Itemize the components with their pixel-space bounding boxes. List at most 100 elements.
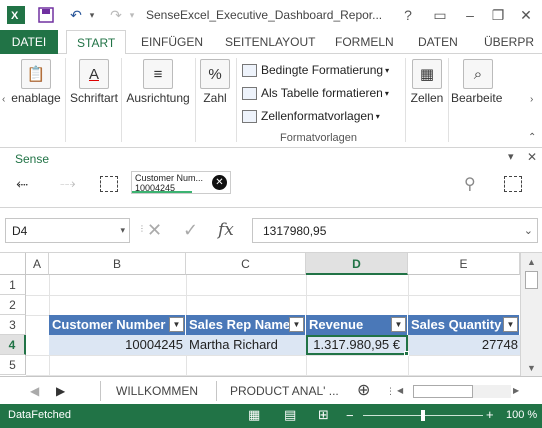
restore-button[interactable]: ❐ <box>488 5 508 25</box>
filter-dropdown-icon[interactable]: ▼ <box>169 317 184 332</box>
zoom-slider-thumb[interactable] <box>421 410 425 421</box>
row-header-5[interactable]: 5 <box>0 355 26 375</box>
selection-chip-bar <box>132 191 192 193</box>
filter-dropdown-icon[interactable]: ▼ <box>289 317 304 332</box>
row-header-1[interactable]: 1 <box>0 275 26 295</box>
column-header-c[interactable]: C <box>186 253 306 275</box>
search-icon[interactable]: ⚲ <box>464 174 476 194</box>
back-selection-icon[interactable]: ⬸ <box>16 175 28 192</box>
name-box-dropdown-icon[interactable]: ▾ <box>120 225 125 236</box>
name-box[interactable]: D4 ▾ <box>5 218 130 243</box>
clear-selections-icon[interactable] <box>100 176 118 192</box>
table-header-customer-number[interactable]: Customer Number ▼ <box>49 315 186 335</box>
column-header-b[interactable]: B <box>49 253 186 275</box>
group-number-label: Zahl <box>203 91 227 105</box>
customize-qat-icon[interactable]: ▾ <box>126 5 138 25</box>
cell-e4[interactable]: 27748 <box>409 335 520 355</box>
table-header-sales-quantity[interactable]: Sales Quantity ▼ <box>408 315 520 335</box>
ribbon-display-icon[interactable]: ▭ <box>430 5 450 25</box>
conditional-formatting-icon <box>242 63 257 77</box>
insert-function-button[interactable]: fx <box>218 220 234 240</box>
cell-d4-selected[interactable]: 1.317.980,95 € <box>306 335 408 355</box>
zoom-in-icon[interactable]: + <box>486 407 494 422</box>
group-clipboard[interactable]: 📋 enablage <box>8 56 64 146</box>
sense-pane-close-icon[interactable]: ✕ <box>527 150 537 164</box>
forward-selection-icon[interactable]: ⤏ <box>60 175 76 192</box>
page-layout-view-icon[interactable]: ▤ <box>284 407 296 423</box>
tab-einfuegen[interactable]: EINFÜGEN <box>141 30 203 54</box>
redo-icon[interactable]: ↷ <box>106 5 126 25</box>
sheet-tab-willkommen[interactable]: WILLKOMMEN <box>116 381 198 401</box>
scroll-down-icon[interactable]: ▼ <box>527 363 536 373</box>
save-icon[interactable] <box>36 5 56 25</box>
filter-dropdown-icon[interactable]: ▼ <box>391 317 406 332</box>
help-button[interactable]: ? <box>398 5 418 25</box>
cancel-icon[interactable]: ✕ <box>147 220 162 241</box>
sheet-tab-product-analysis[interactable]: PRODUCT ANAL' ... <box>230 381 339 401</box>
group-number[interactable]: % Zahl <box>197 56 233 146</box>
group-editing[interactable]: ⌕ Bearbeite <box>451 56 503 146</box>
select-all-corner[interactable] <box>0 253 26 275</box>
sense-pane-options-icon[interactable]: ▾ <box>508 150 514 163</box>
cell-styles-button[interactable]: Zellenformatvorlagen ▾ <box>242 106 380 126</box>
tab-formeln[interactable]: FORMELN <box>335 30 394 54</box>
selection-chip[interactable]: Customer Num... 10004245 ✕ <box>131 171 231 194</box>
formula-input[interactable]: 1317980,95 ⌄ <box>252 218 538 243</box>
page-break-view-icon[interactable]: ⊞ <box>318 407 329 423</box>
status-bar: DataFetched ▦ ▤ ⊞ − + 100 % <box>0 404 542 428</box>
group-cells[interactable]: ▦ Zellen <box>408 56 446 146</box>
group-alignment[interactable]: ≡ Ausrichtung <box>123 56 193 146</box>
selection-tool-icon[interactable] <box>504 176 522 192</box>
chip-clear-icon[interactable]: ✕ <box>212 175 227 190</box>
status-text: DataFetched <box>8 409 71 421</box>
collapse-ribbon-icon[interactable]: ⌃ <box>528 132 536 143</box>
vertical-scrollbar[interactable]: ▲ ▼ <box>520 253 542 377</box>
scroll-thumb[interactable] <box>525 271 538 289</box>
spreadsheet-grid: A B C D E 1 2 3 4 5 Customer Number ▼ Sal… <box>0 252 542 377</box>
ribbon-scroll-left-icon[interactable]: ‹ <box>2 94 5 105</box>
scroll-sheets-right-icon[interactable]: ▶ <box>56 381 65 401</box>
column-header-a[interactable]: A <box>26 253 49 275</box>
column-header-d[interactable]: D <box>306 253 408 275</box>
horizontal-scrollbar-track[interactable] <box>473 385 511 398</box>
row-header-3[interactable]: 3 <box>0 315 26 335</box>
normal-view-icon[interactable]: ▦ <box>248 407 260 423</box>
group-styles-label: Formatvorlagen <box>280 132 358 144</box>
ribbon-scroll-right-icon[interactable]: › <box>530 94 533 105</box>
column-header-e[interactable]: E <box>408 253 520 275</box>
table-header-revenue[interactable]: Revenue ▼ <box>306 315 408 335</box>
svg-text:X: X <box>11 10 19 22</box>
table-header-sales-rep-name[interactable]: Sales Rep Name ▼ <box>186 315 306 335</box>
horizontal-scroll-thumb[interactable] <box>413 385 473 398</box>
cell-c4[interactable]: Martha Richard <box>186 335 306 355</box>
close-button[interactable]: ✕ <box>516 5 536 25</box>
undo-icon[interactable]: ↶ <box>66 5 86 25</box>
hscroll-right-icon[interactable]: ▶ <box>513 386 525 397</box>
scroll-sheets-left-icon[interactable]: ◀ <box>30 381 39 401</box>
hscroll-left-icon[interactable]: ◀ <box>397 386 409 397</box>
expand-formula-icon[interactable]: ⌄ <box>524 224 533 237</box>
filter-dropdown-icon[interactable]: ▼ <box>503 317 518 332</box>
group-font[interactable]: A Schriftart <box>68 56 120 146</box>
format-as-table-button[interactable]: Als Tabelle formatieren ▾ <box>242 83 389 103</box>
ribbon: ‹ 📋 enablage A Schriftart ≡ Ausrichtung … <box>0 54 542 148</box>
scroll-up-icon[interactable]: ▲ <box>527 257 536 267</box>
tab-ueberpruefen[interactable]: ÜBERPR <box>484 30 534 54</box>
tab-daten[interactable]: DATEN <box>418 30 458 54</box>
group-styles: Bedingte Formatierung ▾ Als Tabelle forma… <box>242 58 402 144</box>
row-header-2[interactable]: 2 <box>0 295 26 315</box>
title-bar: X ↶ ▾ ↷ ▾ SenseExcel_Executive_Dashboard… <box>0 0 542 30</box>
enter-icon[interactable]: ✓ <box>183 220 198 241</box>
minimize-button[interactable]: – <box>460 5 480 25</box>
conditional-formatting-button[interactable]: Bedingte Formatierung ▾ <box>242 60 389 80</box>
tab-start[interactable]: START <box>66 30 127 55</box>
tab-datei[interactable]: DATEI <box>0 30 58 54</box>
add-sheet-button[interactable]: ⊕ <box>357 381 370 401</box>
paste-icon: 📋 <box>21 59 51 89</box>
undo-dropdown-icon[interactable]: ▾ <box>86 5 98 25</box>
row-header-4[interactable]: 4 <box>0 335 26 355</box>
zoom-out-icon[interactable]: − <box>346 408 354 423</box>
zoom-level[interactable]: 100 % <box>506 409 537 421</box>
cell-b4[interactable]: 10004245 <box>49 335 186 355</box>
tab-seitenlayout[interactable]: SEITENLAYOUT <box>225 30 315 54</box>
